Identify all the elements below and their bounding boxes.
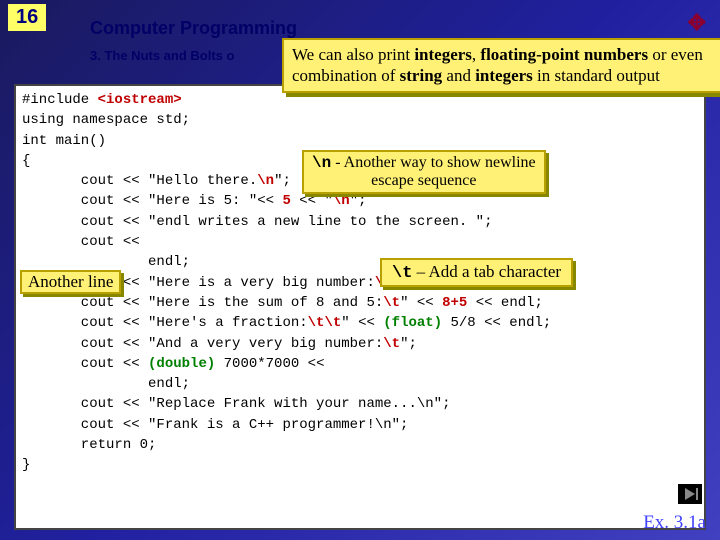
exercise-label: Ex. 3.1a <box>643 512 706 534</box>
callout-tab: \t – Add a tab character <box>380 258 573 287</box>
page-number: 16 <box>8 4 46 31</box>
section-label: 3. The Nuts and Bolts o <box>90 48 234 63</box>
callout-another-line: Another line <box>20 270 121 294</box>
callout-newline: \n - Another way to show newline escape … <box>302 150 546 194</box>
callout-output-types: We can also print integers, floating-poi… <box>282 38 720 93</box>
logo-icon: ✥ <box>688 10 706 36</box>
page-title: Computer Programming <box>90 18 297 39</box>
next-button[interactable] <box>678 484 702 504</box>
